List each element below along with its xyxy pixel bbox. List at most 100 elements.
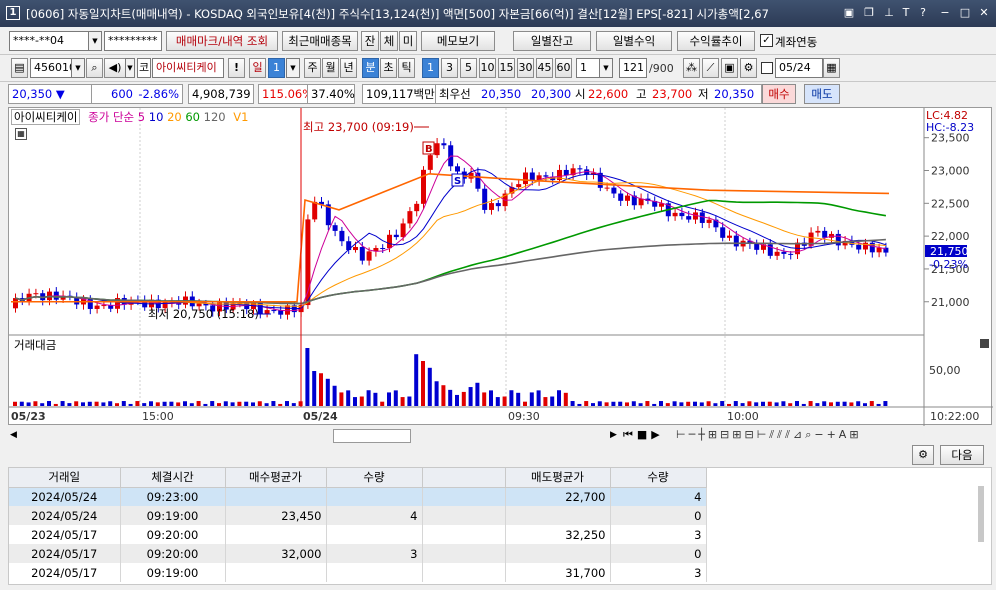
volume-value: 4,908,739 — [188, 84, 254, 104]
font-icon[interactable]: T — [899, 6, 913, 20]
interval-10-button[interactable]: 10 — [479, 58, 496, 78]
password-input[interactable]: ********* — [104, 31, 162, 51]
count-dropdown[interactable]: ▼ — [599, 58, 613, 78]
calendar-icon[interactable]: ▦ — [823, 58, 840, 78]
sell-button[interactable]: 매도 — [804, 84, 840, 104]
ma-line-20 — [15, 177, 886, 308]
col-trade-date[interactable]: 거래일 — [9, 468, 121, 488]
pane-maximize-icon[interactable] — [980, 339, 989, 348]
minimize-icon[interactable]: − — [938, 6, 952, 20]
drawing-icon[interactable]: ⟋ — [702, 58, 719, 78]
search-icon[interactable]: ⌕ — [86, 58, 103, 78]
restore-icon[interactable]: ❐ — [862, 6, 876, 20]
volume-bar — [849, 402, 854, 406]
col-sell-qty[interactable]: 수량 — [610, 468, 707, 488]
alert-button[interactable]: ! — [228, 58, 245, 78]
filled-button[interactable]: 체 — [380, 31, 398, 51]
inquiry-button[interactable]: 매매마크/내역 조회 — [166, 31, 278, 51]
table-toggle-icon[interactable]: ▦ — [15, 128, 27, 140]
volume-bar — [679, 402, 684, 406]
grid-scrollbar[interactable] — [978, 486, 984, 542]
chart-scroll-bar[interactable]: ◀ ▶ ⏮■▶ ⊢─┼⊞⊟⊞⊟⊢⫽⫽⫽⊿⌕−+A⊞ — [8, 427, 992, 445]
table-row[interactable]: 2024/05/24 09:23:00 22,700 4 — [9, 487, 707, 506]
interval-45-button[interactable]: 45 — [536, 58, 553, 78]
price-tick-label: 21,000 — [931, 296, 970, 309]
save-icon[interactable]: ▣ — [721, 58, 738, 78]
candle-body — [264, 310, 270, 314]
pin-icon[interactable]: ⊥ — [882, 6, 896, 20]
yield-trend-button[interactable]: 수익률추이 — [677, 31, 755, 51]
count-input[interactable]: 1 — [576, 58, 600, 78]
balance-button[interactable]: 잔 — [361, 31, 379, 51]
candle-body — [856, 244, 862, 250]
help-icon[interactable]: ? — [916, 6, 930, 20]
speaker-dropdown[interactable]: ▼ — [125, 58, 135, 78]
period-minute-button[interactable]: 분 — [362, 58, 379, 78]
period-day-count[interactable]: 1 — [268, 58, 285, 78]
account-link-checkbox[interactable]: ✓ — [760, 34, 773, 47]
table-row[interactable]: 2024/05/24 09:19:00 23,450 4 0 — [9, 506, 707, 525]
table-row[interactable]: 2024/05/17 09:20:00 32,000 3 0 — [9, 544, 707, 563]
period-week-button[interactable]: 주 — [304, 58, 321, 78]
close-icon[interactable]: ✕ — [977, 6, 991, 20]
stock-code-dropdown[interactable]: ▼ — [71, 58, 85, 78]
scroll-left-icon[interactable]: ◀ — [10, 430, 17, 440]
indicator-icon[interactable]: ⁂ — [683, 58, 700, 78]
volume-bar — [781, 401, 786, 406]
period-tick-button[interactable]: 틱 — [398, 58, 415, 78]
account-input[interactable]: ****-**04 — [9, 31, 89, 51]
period-second-button[interactable]: 초 — [380, 58, 397, 78]
interval-3-button[interactable]: 3 — [441, 58, 458, 78]
table-cell: 2024/05/17 — [9, 544, 121, 563]
col-buy-qty[interactable]: 수량 — [326, 468, 423, 488]
account-dropdown[interactable]: ▼ — [88, 31, 102, 51]
candle-body — [312, 201, 318, 220]
interval-1-button[interactable]: 1 — [422, 58, 439, 78]
chart-type-icon[interactable]: ▤ — [11, 58, 28, 78]
volume-bar — [264, 403, 269, 406]
candle-body — [727, 235, 732, 238]
grid-settings-icon[interactable]: ⚙ — [912, 445, 934, 465]
unfilled-button[interactable]: 미 — [399, 31, 417, 51]
legend-stock-name[interactable]: 아이씨티케이 — [11, 109, 81, 125]
candle-body — [822, 230, 828, 238]
col-sell-avg[interactable]: 매도평균가 — [505, 468, 611, 488]
daily-profit-button[interactable]: 일별수익 — [596, 31, 672, 51]
interval-30-button[interactable]: 30 — [517, 58, 534, 78]
period-day-dropdown[interactable]: ▼ — [286, 58, 300, 78]
account-toolbar: ****-**04 ▼ ********* 매매마크/내역 조회 최근매매종목 … — [0, 27, 996, 55]
daily-balance-button[interactable]: 일별잔고 — [513, 31, 591, 51]
price-chart[interactable]: 21,00021,50022,00022,50023,00023,500 21,… — [9, 108, 993, 426]
period-day-button[interactable]: 일 — [249, 58, 266, 78]
period-month-button[interactable]: 월 — [322, 58, 339, 78]
memo-button[interactable]: 메모보기 — [421, 31, 495, 51]
scroll-right-icon[interactable]: ▶ — [610, 430, 617, 440]
stock-code-input[interactable]: 456010 — [30, 58, 72, 78]
next-page-button[interactable]: 다음 — [940, 445, 984, 465]
recent-stocks-button[interactable]: 최근매매종목 — [282, 31, 358, 51]
volume-bar — [638, 403, 643, 406]
link-icon[interactable]: ▣ — [842, 6, 856, 20]
drawing-tools[interactable]: ⊢─┼⊞⊟⊞⊟⊢⫽⫽⫽⊿⌕−+A⊞ — [676, 428, 862, 442]
maximize-icon[interactable]: □ — [958, 6, 972, 20]
col-fill-time[interactable]: 체결시간 — [120, 468, 226, 488]
interval-15-button[interactable]: 15 — [498, 58, 515, 78]
scroll-thumb[interactable] — [333, 429, 411, 443]
playback-controls[interactable]: ⏮■▶ — [623, 428, 664, 442]
period-year-button[interactable]: 년 — [340, 58, 357, 78]
chart-panel[interactable]: 21,000 21,500 22,000 22,500 23,000 23,500 21,… — [8, 107, 993, 426]
speaker-icon[interactable]: ◀) — [104, 58, 126, 78]
date-checkbox[interactable] — [761, 62, 773, 74]
settings-icon[interactable]: ⚙ — [740, 58, 757, 78]
date-input[interactable]: 05/24 — [775, 58, 823, 78]
candle-body — [489, 203, 494, 210]
table-row[interactable]: 2024/05/17 09:20:00 32,250 3 — [9, 525, 707, 544]
candle-body — [13, 298, 18, 309]
range-input[interactable]: 121 — [619, 58, 647, 78]
interval-60-button[interactable]: 60 — [555, 58, 572, 78]
col-buy-avg[interactable]: 매수평균가 — [225, 468, 327, 488]
buy-button[interactable]: 매수 — [762, 84, 796, 104]
interval-5-button[interactable]: 5 — [460, 58, 477, 78]
table-cell: 2024/05/17 — [9, 563, 121, 582]
table-row[interactable]: 2024/05/17 09:19:00 31,700 3 — [9, 563, 707, 582]
